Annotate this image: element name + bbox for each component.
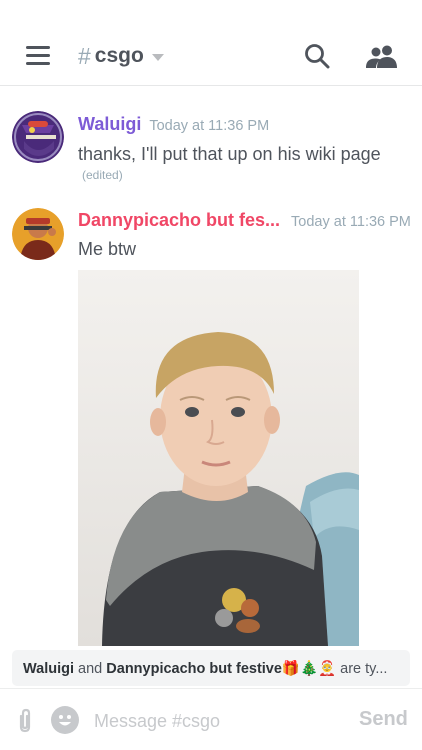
typing-suffix: are ty... — [340, 661, 388, 677]
avatar[interactable] — [12, 111, 64, 163]
message-text: Me btw — [78, 239, 137, 259]
members-icon[interactable] — [365, 44, 399, 68]
username[interactable]: Waluigi — [78, 114, 141, 135]
channel-selector[interactable]: # csgo — [78, 42, 164, 70]
typing-user: Dannypicacho but festive🎁🎄🤶 — [106, 661, 337, 677]
search-icon[interactable] — [304, 43, 330, 69]
send-button[interactable]: Send — [359, 708, 408, 731]
avatar[interactable] — [12, 208, 64, 260]
message-text: thanks, I'll put that up on his wiki pag… — [78, 144, 381, 164]
emoji-icon[interactable] — [51, 706, 79, 734]
paperclip-icon[interactable] — [14, 708, 36, 734]
chevron-down-icon — [151, 53, 164, 61]
message-header: Waluigi Today at 11:36 PM — [78, 114, 269, 135]
channel-name: csgo — [94, 44, 144, 67]
image-attachment[interactable] — [78, 270, 359, 646]
message-composer: Send — [0, 688, 422, 750]
message-list[interactable]: Waluigi Today at 11:36 PM thanks, I'll p… — [0, 86, 422, 646]
typing-user: Waluigi — [23, 661, 75, 677]
channel-hash: # — [78, 42, 91, 69]
message-header: Dannypicacho but fes... Today at 11:36 P… — [78, 210, 411, 231]
hamburger-icon[interactable] — [26, 46, 50, 65]
edited-label: (edited) — [82, 168, 123, 182]
timestamp: Today at 11:36 PM — [291, 214, 411, 230]
timestamp: Today at 11:36 PM — [149, 118, 270, 134]
typing-indicator: Waluigi and Dannypicacho but festive🎁🎄🤶 … — [12, 650, 410, 686]
message-input[interactable] — [94, 707, 344, 735]
top-bar: # csgo — [0, 0, 422, 86]
typing-joiner: and — [78, 661, 103, 677]
username[interactable]: Dannypicacho but fes... — [78, 210, 280, 231]
